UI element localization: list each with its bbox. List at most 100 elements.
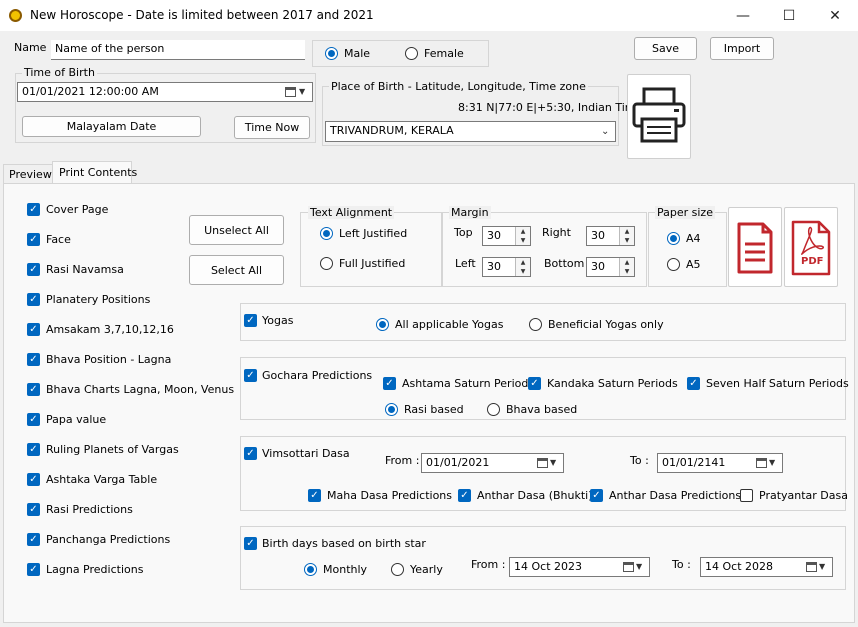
close-button[interactable]: ✕ [812,0,858,31]
planetary-positions-checkbox[interactable]: ✓ [27,293,40,306]
chevron-down-icon[interactable]: ▼ [769,458,775,467]
lagna-predictions-label: Lagna Predictions [46,563,144,576]
anthar-predictions-checkbox[interactable]: ✓ [590,489,603,502]
vimsottari-checkbox[interactable]: ✓ [244,447,257,460]
chevron-down-icon[interactable]: ▼ [299,87,305,96]
maha-dasa-checkbox[interactable]: ✓ [308,489,321,502]
paper-a5-label: A5 [686,258,701,271]
yearly-label: Yearly [410,563,443,576]
pratyantar-checkbox[interactable]: ✓ [740,489,753,502]
papa-value-checkbox[interactable]: ✓ [27,413,40,426]
face-checkbox[interactable]: ✓ [27,233,40,246]
paper-size-group [648,212,727,287]
name-label: Name [14,41,47,54]
print-button[interactable] [627,74,691,159]
yogas-label: Yogas [262,314,294,327]
text-alignment-group [300,212,442,287]
time-of-birth-label: Time of Birth [22,66,97,79]
margin-left-label: Left [455,257,476,270]
rasi-navamsa-checkbox[interactable]: ✓ [27,263,40,276]
margin-bottom-label: Bottom [544,257,585,270]
yogas-checkbox[interactable]: ✓ [244,314,257,327]
cover-page-checkbox[interactable]: ✓ [27,203,40,216]
amsakam-label: Amsakam 3,7,10,12,16 [46,323,174,336]
margin-bottom-spinner[interactable]: ▲ ▼ [619,258,634,276]
import-button[interactable]: Import [710,37,774,60]
tab-print-contents[interactable]: Print Contents [52,161,137,184]
chevron-down-icon[interactable]: ▼ [819,562,825,571]
margin-right-spinner[interactable]: ▲ ▼ [619,227,634,245]
yearly-radio[interactable] [391,563,404,576]
gender-female-radio[interactable] [405,47,418,60]
left-justified-radio[interactable] [320,227,333,240]
calendar-icon[interactable] [537,458,548,468]
pdf-icon [791,220,831,276]
margin-top-spinner[interactable]: ▲ ▼ [515,227,530,245]
chevron-down-icon[interactable]: ▼ [550,458,556,467]
maha-dasa-label: Maha Dasa Predictions [327,489,452,502]
save-button[interactable]: Save [634,37,697,60]
pdf-label: PDF [801,256,824,267]
gender-male-label: Male [344,47,371,60]
kandaka-checkbox[interactable]: ✓ [528,377,541,390]
maximize-button[interactable]: ☐ [766,0,812,31]
paper-a4-radio[interactable] [667,232,680,245]
tab-preview[interactable]: Preview [3,164,53,183]
calendar-icon[interactable] [623,562,634,572]
gender-male-radio[interactable] [325,47,338,60]
amsakam-checkbox[interactable]: ✓ [27,323,40,336]
chevron-down-icon[interactable]: ⌄ [601,126,609,137]
beneficial-yogas-label: Beneficial Yogas only [548,318,664,331]
face-label: Face [46,233,71,246]
gender-female-label: Female [424,47,464,60]
rasi-predictions-checkbox[interactable]: ✓ [27,503,40,516]
bhava-charts-checkbox[interactable]: ✓ [27,383,40,396]
time-now-button[interactable]: Time Now [234,116,310,139]
place-dropdown[interactable]: TRIVANDRUM, KERALA [325,121,616,142]
full-justified-radio[interactable] [320,257,333,270]
ashtaka-varga-label: Ashtaka Varga Table [46,473,158,486]
rasi-based-radio[interactable] [385,403,398,416]
pdf-export-button[interactable]: PDF [784,207,838,287]
birthdays-from-label: From : [471,558,506,571]
name-input[interactable]: Name of the person [51,40,305,60]
printer-icon [632,87,686,143]
margin-left-spinner[interactable]: ▲ ▼ [515,258,530,276]
lagna-predictions-checkbox[interactable]: ✓ [27,563,40,576]
text-alignment-title: Text Alignment [308,206,395,219]
birthdays-checkbox[interactable]: ✓ [244,537,257,550]
planetary-positions-label: Planatery Positions [46,293,151,306]
select-all-button[interactable]: Select All [189,255,284,285]
tab-print-contents-label: Print Contents [59,166,138,179]
time-of-birth-picker[interactable]: 01/01/2021 12:00:00 AM [17,82,313,102]
calendar-icon[interactable] [285,87,296,97]
paper-a5-radio[interactable] [667,258,680,271]
chevron-down-icon[interactable]: ▼ [636,562,642,571]
seven-half-checkbox[interactable]: ✓ [687,377,700,390]
minimize-button[interactable]: — [720,0,766,31]
bhava-based-radio[interactable] [487,403,500,416]
ashtama-checkbox[interactable]: ✓ [383,377,396,390]
calendar-icon[interactable] [806,562,817,572]
bhava-charts-label: Bhava Charts Lagna, Moon, Venus [46,383,235,396]
gochara-checkbox[interactable]: ✓ [244,369,257,382]
bhava-position-checkbox[interactable]: ✓ [27,353,40,366]
all-yogas-radio[interactable] [376,318,389,331]
monthly-radio[interactable] [304,563,317,576]
ashtaka-varga-checkbox[interactable]: ✓ [27,473,40,486]
beneficial-yogas-radio[interactable] [529,318,542,331]
calendar-icon[interactable] [756,458,767,468]
panchanga-predictions-checkbox[interactable]: ✓ [27,533,40,546]
malayalam-date-button[interactable]: Malayalam Date [22,116,201,137]
seven-half-label: Seven Half Saturn Periods [706,377,849,390]
anthar-bhukti-checkbox[interactable]: ✓ [458,489,471,502]
birthdays-to-label: To : [672,558,691,571]
yogas-group [240,303,846,341]
bhava-position-label: Bhava Position - Lagna [46,353,172,366]
pratyantar-label: Pratyantar Dasa [759,489,848,502]
rasi-predictions-label: Rasi Predictions [46,503,133,516]
document-export-button[interactable] [728,207,782,287]
unselect-all-button[interactable]: Unselect All [189,215,284,245]
ruling-planets-checkbox[interactable]: ✓ [27,443,40,456]
papa-value-label: Papa value [46,413,107,426]
